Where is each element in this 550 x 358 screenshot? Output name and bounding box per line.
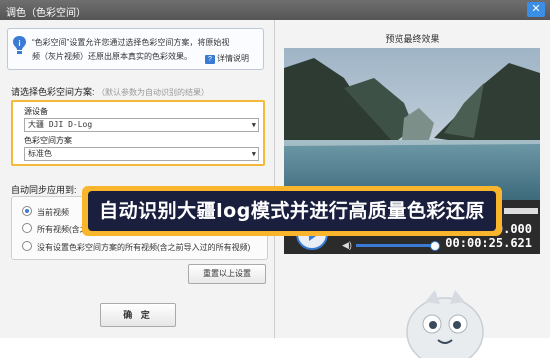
color-space-label: 色彩空间方案 xyxy=(24,136,72,145)
window-title: 调色（色彩空间） xyxy=(6,8,86,19)
radio-unset-videos[interactable]: 没有设置色彩空间方案的所有视频(含之前导入过的所有视频) xyxy=(22,241,250,253)
volume-knob[interactable] xyxy=(430,241,440,251)
source-device-value: 大疆 DJI D-Log xyxy=(28,120,93,129)
radio-label: 当前视频 xyxy=(37,208,69,217)
info-box: i “色彩空间”设置允许您通过选择色彩空间方案，将原始视频（灰片视频）还原出原本… xyxy=(7,28,264,70)
source-device-select[interactable]: 大疆 DJI D-Log ▼ xyxy=(24,118,259,132)
banner-text: 自动识别大疆log模式并进行高质量色彩还原 xyxy=(88,191,496,231)
scheme-label-text: 请选择色彩空间方案: xyxy=(11,87,95,97)
radio-current-video[interactable]: 当前视频 xyxy=(22,206,69,218)
mascot-illustration xyxy=(406,290,484,358)
info-text: “色彩空间”设置允许您通过选择色彩空间方案，将原始视频（灰片视频）还原出原本真实… xyxy=(32,38,230,61)
total-time: 00:00:25.621 xyxy=(445,236,532,250)
color-space-select[interactable]: 标准色 ▼ xyxy=(24,147,259,161)
scheme-hint: （默认参数为自动识别的结果） xyxy=(97,88,210,97)
help-link[interactable]: ? 详情说明 xyxy=(205,53,249,64)
radio-dot xyxy=(22,223,32,233)
reset-button[interactable]: 重置以上设置 xyxy=(188,264,266,284)
volume-slider[interactable] xyxy=(356,244,434,247)
source-device-label: 源设备 xyxy=(24,107,48,116)
volume-icon[interactable]: ◀) xyxy=(342,240,352,251)
promo-banner: 自动识别大疆log模式并进行高质量色彩还原 xyxy=(82,186,502,236)
close-button[interactable]: ✕ xyxy=(527,2,545,17)
sync-label: 自动同步应用到: xyxy=(11,185,77,195)
chevron-down-icon: ▼ xyxy=(251,150,256,158)
help-label: 详情说明 xyxy=(217,54,249,63)
scheme-label: 请选择色彩空间方案: （默认参数为自动识别的结果） xyxy=(11,85,209,98)
radio-label: 没有设置色彩空间方案的所有视频(含之前导入过的所有视频) xyxy=(37,243,251,252)
info-icon: i xyxy=(13,36,26,54)
progress-bar[interactable] xyxy=(504,208,538,214)
chevron-down-icon: ▼ xyxy=(251,121,256,129)
preview-panel: 预览最终效果 ◀) 00:00:00.000 00:00:25.621 xyxy=(275,20,550,358)
ok-button[interactable]: 确 定 xyxy=(100,303,176,327)
radio-dot xyxy=(22,241,32,251)
color-space-value: 标准色 xyxy=(28,149,52,158)
preview-title: 预览最终效果 xyxy=(385,34,440,44)
question-icon: ? xyxy=(205,55,215,64)
scheme-box: 源设备 大疆 DJI D-Log ▼ 色彩空间方案 标准色 ▼ xyxy=(11,100,265,166)
preview-video xyxy=(284,48,540,200)
settings-panel: i “色彩空间”设置允许您通过选择色彩空间方案，将原始视频（灰片视频）还原出原本… xyxy=(0,20,274,338)
radio-dot xyxy=(22,206,32,216)
svg-text:i: i xyxy=(18,39,20,48)
title-bar: 调色（色彩空间） ✕ xyxy=(0,0,550,20)
